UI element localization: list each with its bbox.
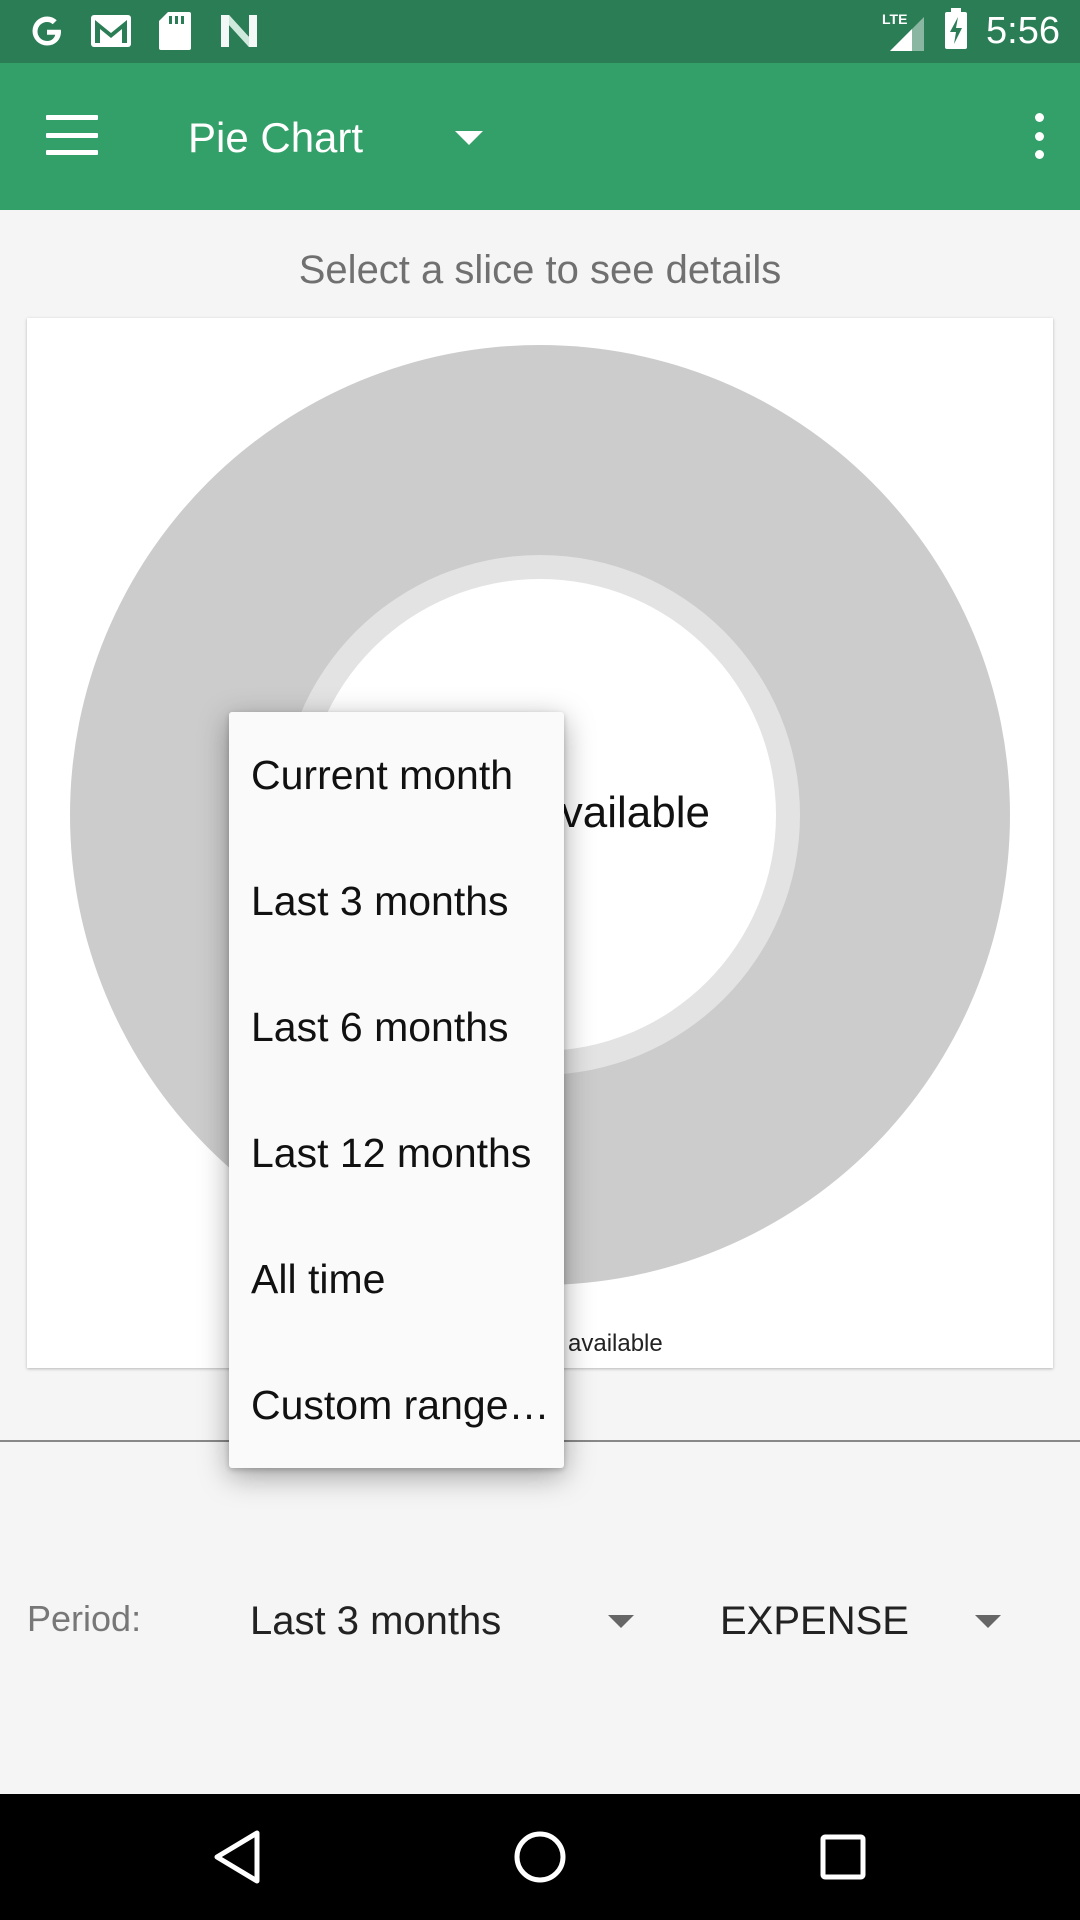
google-icon bbox=[26, 10, 68, 52]
chart-type-spinner[interactable]: Pie Chart bbox=[188, 103, 484, 173]
period-label: Period: bbox=[27, 1598, 142, 1639]
app-bar-title: Pie Chart bbox=[188, 114, 364, 161]
battery-charging-icon bbox=[944, 8, 968, 55]
lte-signal-icon: LTE bbox=[882, 11, 926, 53]
menu-item-all-time[interactable]: All time bbox=[229, 1216, 564, 1342]
notification-icons bbox=[26, 10, 260, 52]
system-navigation-bar bbox=[0, 1794, 1080, 1920]
menu-item-current-month[interactable]: Current month bbox=[229, 712, 564, 838]
period-spinner[interactable]: Last 3 months bbox=[250, 1590, 650, 1652]
sd-card-icon bbox=[154, 10, 196, 52]
transaction-type-value: EXPENSE bbox=[720, 1598, 909, 1643]
chevron-down-icon bbox=[975, 1615, 1001, 1628]
app-bar: Pie Chart bbox=[0, 63, 1080, 210]
n-app-icon bbox=[218, 10, 260, 52]
period-value: Last 3 months bbox=[250, 1598, 502, 1643]
period-dropdown-menu: Current month Last 3 months Last 6 month… bbox=[229, 712, 564, 1468]
clock: 5:56 bbox=[986, 10, 1060, 52]
back-icon[interactable] bbox=[204, 1824, 270, 1890]
chevron-down-icon bbox=[608, 1615, 634, 1628]
menu-item-last-3-months[interactable]: Last 3 months bbox=[229, 838, 564, 964]
chart-hint: Select a slice to see details bbox=[298, 248, 782, 292]
gmail-icon bbox=[90, 10, 132, 52]
menu-icon[interactable] bbox=[46, 115, 98, 155]
period-controls: Period: Last 3 months EXPENSE bbox=[0, 1590, 1080, 1652]
menu-item-custom-range[interactable]: Custom range… bbox=[229, 1342, 564, 1468]
recents-icon[interactable] bbox=[810, 1824, 876, 1890]
status-right: LTE 5:56 bbox=[882, 0, 1060, 63]
status-bar: LTE 5:56 bbox=[0, 0, 1080, 63]
menu-item-last-6-months[interactable]: Last 6 months bbox=[229, 964, 564, 1090]
menu-item-last-12-months[interactable]: Last 12 months bbox=[229, 1090, 564, 1216]
chevron-down-icon bbox=[455, 131, 484, 145]
home-icon[interactable] bbox=[507, 1824, 573, 1890]
transaction-type-spinner[interactable]: EXPENSE bbox=[720, 1590, 1020, 1652]
overflow-menu-icon[interactable] bbox=[1024, 113, 1054, 159]
